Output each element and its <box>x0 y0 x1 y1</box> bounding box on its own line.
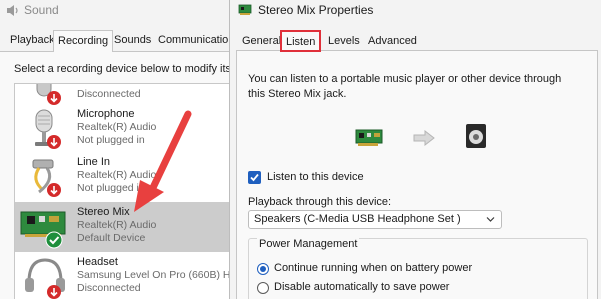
device-name: Stereo Mix <box>77 206 130 218</box>
listen-panel: You can listen to a portable music playe… <box>236 50 598 299</box>
tab-general[interactable]: General <box>238 33 285 51</box>
sound-card-icon <box>20 211 66 249</box>
device-status: Default Device <box>77 232 146 244</box>
device-item-microphone[interactable]: Microphone Realtek(R) Audio Not plugged … <box>15 104 235 154</box>
headset-icon <box>25 258 65 299</box>
playback-device-value: Speakers (C-Media USB Headphone Set ) <box>254 213 461 225</box>
properties-tabs: General Listen Levels Advanced <box>236 30 596 52</box>
sound-window-title: Sound <box>24 3 59 17</box>
recording-device-list[interactable]: Disconnected Microphone Realtek(R) Audio… <box>14 83 236 299</box>
default-check-badge-icon <box>45 231 63 249</box>
listen-to-device-label: Listen to this device <box>267 171 364 183</box>
radio-disable-automatically[interactable] <box>257 282 269 294</box>
right-arrow-icon <box>413 130 435 146</box>
device-driver: Samsung Level On Pro (660B) He <box>77 269 236 281</box>
tab-playback[interactable]: Playback <box>6 32 59 51</box>
device-driver: Realtek(R) Audio <box>77 169 157 181</box>
device-name: Headset <box>77 256 118 268</box>
listen-to-device-checkbox[interactable] <box>248 171 261 184</box>
device-name: Microphone <box>77 108 135 120</box>
sound-window: Sound Playback Recording Sounds Communic… <box>0 0 240 299</box>
listen-description: You can listen to a portable music playe… <box>248 73 562 100</box>
device-item-headset[interactable]: Headset Samsung Level On Pro (660B) He D… <box>15 252 236 299</box>
device-status: Not plugged in <box>77 182 145 194</box>
playback-device-label: Playback through this device: <box>248 196 392 208</box>
radio-disable-automatically-label: Disable automatically to save power <box>274 281 450 293</box>
sound-titlebar: Sound <box>0 0 236 22</box>
tab-levels[interactable]: Levels <box>324 33 364 51</box>
device-status: Disconnected <box>77 88 141 100</box>
properties-title: Stereo Mix Properties <box>258 3 374 17</box>
stereo-mix-properties-dialog: Stereo Mix Properties General Listen Lev… <box>229 0 601 299</box>
device-item-line-in[interactable]: Line In Realtek(R) Audio Not plugged in <box>15 152 235 202</box>
recording-panel: Select a recording device below to modif… <box>0 51 236 299</box>
power-management-title: Power Management <box>257 238 360 250</box>
sound-card-icon <box>355 129 383 146</box>
microphone-icon <box>36 84 61 105</box>
device-driver: Realtek(R) Audio <box>77 121 157 133</box>
microphone-icon <box>35 109 61 149</box>
speaker-icon <box>7 5 18 16</box>
chevron-down-icon <box>486 217 495 222</box>
radio-continue-running-label: Continue running when on battery power <box>274 262 473 274</box>
recording-instruction: Select a recording device below to modif… <box>14 63 232 75</box>
device-status: Disconnected <box>77 282 141 294</box>
properties-titlebar: Stereo Mix Properties <box>230 0 601 22</box>
power-management-group: Power Management Continue running when o… <box>248 238 588 299</box>
playback-device-select[interactable]: Speakers (C-Media USB Headphone Set ) <box>248 210 502 229</box>
device-driver: Realtek(R) Audio <box>77 219 157 231</box>
tab-sounds[interactable]: Sounds <box>110 32 155 51</box>
sound-card-icon <box>238 4 252 15</box>
speaker-icon <box>466 124 486 148</box>
sound-tabs: Playback Recording Sounds Communications <box>2 30 242 52</box>
radio-continue-running[interactable] <box>257 263 269 275</box>
tab-recording[interactable]: Recording <box>53 30 114 52</box>
device-status: Not plugged in <box>77 134 145 146</box>
device-name: Line In <box>77 156 111 168</box>
line-in-icon <box>32 159 61 197</box>
tab-advanced[interactable]: Advanced <box>364 33 421 51</box>
tab-listen[interactable]: Listen <box>280 30 322 52</box>
device-item-stereo-mix[interactable]: Stereo Mix Realtek(R) Audio Default Devi… <box>15 202 235 252</box>
checkmark-icon <box>250 173 259 182</box>
